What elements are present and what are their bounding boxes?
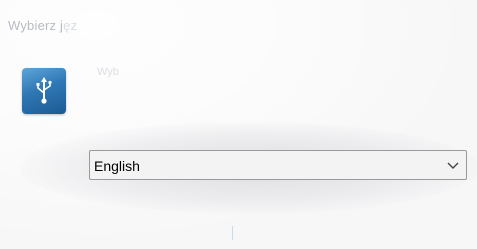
chevron-down-icon[interactable] [446,160,460,170]
dialog-description: Wyb [97,66,119,78]
language-select-value: English [94,158,140,174]
dialog-title: Wybierz jęz [8,18,77,33]
dialog-title-fade: ęz [63,18,78,33]
dialog-title-text: Wybierz j [8,18,64,33]
usb-symbol [36,77,52,104]
usb-icon [22,68,66,114]
language-select[interactable]: English [89,150,467,180]
language-dialog: Wybierz jęz Wyb English [0,0,477,249]
text-caret [232,226,233,240]
